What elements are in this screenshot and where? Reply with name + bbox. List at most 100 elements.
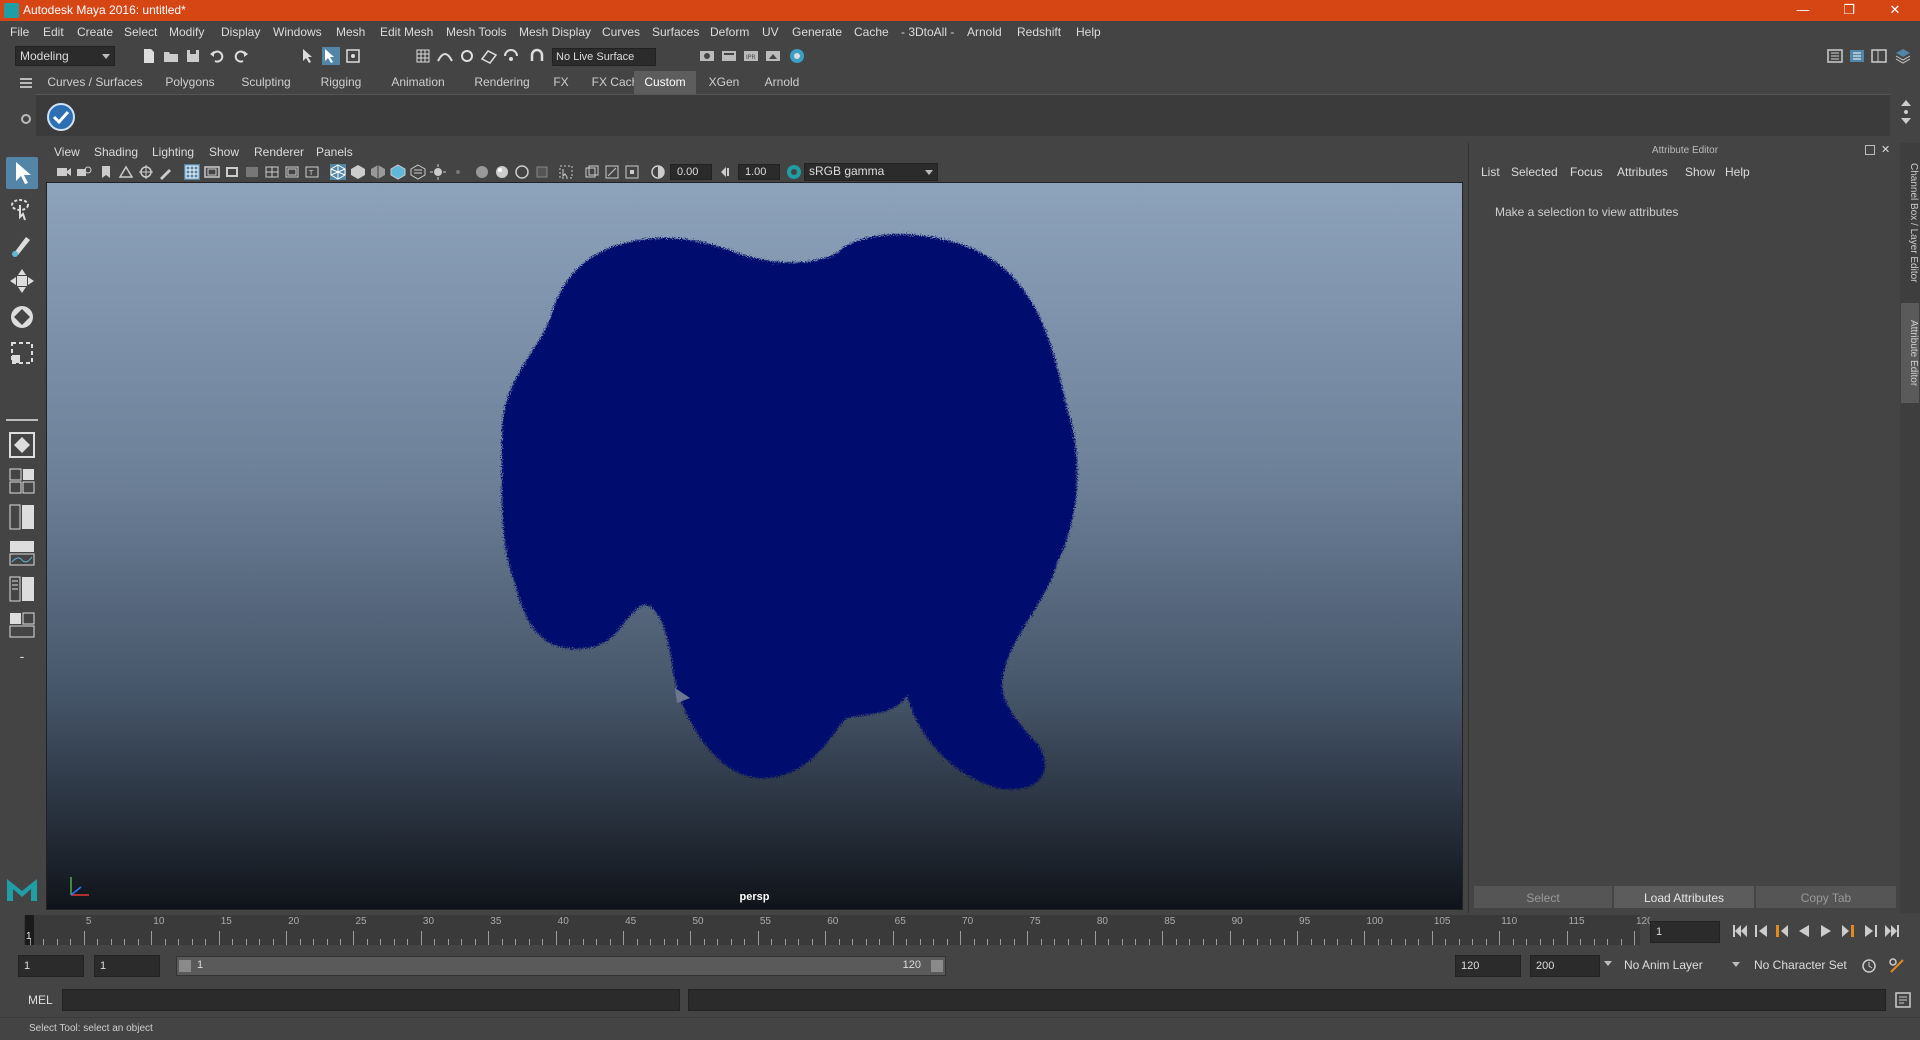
four-view-layout-button[interactable]: [6, 465, 38, 497]
menu-edit[interactable]: Edit: [43, 25, 64, 39]
render-view-icon[interactable]: [764, 47, 782, 65]
camera-attributes-icon[interactable]: [76, 164, 92, 180]
2d-pan-zoom-icon[interactable]: [138, 164, 154, 180]
hypershade-layout-button[interactable]: [6, 609, 38, 641]
maximize-button[interactable]: ❐: [1826, 0, 1872, 21]
range-start-handle[interactable]: [179, 960, 191, 972]
anim-layer-dropdown[interactable]: No Anim Layer: [1620, 955, 1740, 977]
shelf-tab-fx[interactable]: FX: [544, 71, 578, 94]
auto-key-icon[interactable]: [1860, 957, 1878, 975]
chevron-down-icon[interactable]: [1604, 961, 1612, 966]
float-panel-icon[interactable]: [1865, 145, 1875, 155]
panel-menu-lighting[interactable]: Lighting: [152, 145, 194, 159]
select-component-icon[interactable]: [344, 47, 362, 65]
menu-surfaces[interactable]: Surfaces: [652, 25, 699, 39]
menuset-dropdown[interactable]: Modeling: [15, 46, 115, 66]
playback-end-field[interactable]: 120: [1455, 955, 1521, 977]
color-space-dropdown[interactable]: sRGB gamma: [804, 163, 938, 181]
shelf-tab-arnold[interactable]: Arnold: [752, 71, 812, 94]
shelf-tab-rigging[interactable]: Rigging: [306, 71, 376, 94]
isolate-select-icon[interactable]: [558, 164, 574, 180]
film-gate-icon[interactable]: [204, 164, 220, 180]
two-view-layout-button[interactable]: [6, 501, 38, 533]
shadows-icon[interactable]: [450, 164, 466, 180]
fur-mesh-object[interactable]: [47, 183, 1463, 910]
range-end-handle[interactable]: [931, 960, 943, 972]
render-settings-icon[interactable]: [698, 47, 716, 65]
menu-mesh-tools[interactable]: Mesh Tools: [446, 25, 506, 39]
safe-action-icon[interactable]: [284, 164, 300, 180]
menu-create[interactable]: Create: [77, 25, 113, 39]
scale-tool-button[interactable]: [6, 337, 38, 369]
current-frame-field[interactable]: 1: [1650, 921, 1720, 943]
menu-modify[interactable]: Modify: [169, 25, 204, 39]
attr-menu-show[interactable]: Show: [1685, 165, 1715, 179]
attribute-editor-toggle-icon[interactable]: [1848, 47, 1866, 65]
close-panel-icon[interactable]: ✕: [1881, 143, 1895, 157]
panel-menu-panels[interactable]: Panels: [316, 145, 353, 159]
snap-live-surface-icon[interactable]: [502, 47, 520, 65]
rotate-tool-button[interactable]: [6, 301, 38, 333]
attr-menu-focus[interactable]: Focus: [1570, 165, 1603, 179]
custom-shelf-check-icon[interactable]: [46, 102, 76, 132]
panel-menu-show[interactable]: Show: [209, 145, 239, 159]
layout-options-button[interactable]: -: [6, 647, 38, 669]
modeling-toolkit-icon[interactable]: [1826, 47, 1844, 65]
save-scene-icon[interactable]: [184, 47, 202, 65]
attr-menu-selected[interactable]: Selected: [1511, 165, 1558, 179]
menu-redshift[interactable]: Redshift: [1017, 25, 1061, 39]
menu-curves[interactable]: Curves: [602, 25, 640, 39]
textured-icon[interactable]: [410, 164, 426, 180]
single-view-layout-button[interactable]: [6, 429, 38, 461]
snap-point-icon[interactable]: [458, 47, 476, 65]
smooth-shade-icon[interactable]: [350, 164, 366, 180]
menu-mesh-display[interactable]: Mesh Display: [519, 25, 591, 39]
channel-box-toggle-icon[interactable]: [1894, 47, 1912, 65]
menu-help[interactable]: Help: [1076, 25, 1101, 39]
menu-uv[interactable]: UV: [762, 25, 779, 39]
depth-of-field-icon[interactable]: [534, 164, 550, 180]
script-editor-icon[interactable]: [1894, 991, 1912, 1009]
channel-box-tab[interactable]: Channel Box / Layer Editor: [1901, 153, 1919, 293]
snap-view-plane-icon[interactable]: [480, 47, 498, 65]
move-tool-button[interactable]: [6, 265, 38, 297]
panel-menu-view[interactable]: View: [54, 145, 80, 159]
redo-icon[interactable]: [232, 47, 250, 65]
menu-arnold[interactable]: Arnold: [967, 25, 1002, 39]
use-default-material-icon[interactable]: [370, 164, 386, 180]
shelf-tab-polygons[interactable]: Polygons: [154, 71, 226, 94]
safe-title-icon[interactable]: T: [304, 164, 320, 180]
new-scene-icon[interactable]: [140, 47, 158, 65]
xray-joints-icon[interactable]: [604, 164, 620, 180]
attr-menu-list[interactable]: List: [1481, 165, 1500, 179]
xray-components-icon[interactable]: [624, 164, 640, 180]
shelf-scroll-arrows-icon[interactable]: [1898, 98, 1914, 132]
lasso-tool-button[interactable]: [6, 193, 38, 225]
tool-settings-icon[interactable]: [1870, 47, 1888, 65]
step-forward-icon[interactable]: [1862, 924, 1878, 938]
exposure-icon[interactable]: [650, 164, 666, 180]
panel-menu-renderer[interactable]: Renderer: [254, 145, 304, 159]
live-surface-field[interactable]: No Live Surface: [552, 48, 656, 66]
shelf-tab-animation[interactable]: Animation: [376, 71, 460, 94]
snap-grid-icon[interactable]: [414, 47, 432, 65]
command-input[interactable]: [62, 989, 680, 1011]
go-to-start-icon[interactable]: [1732, 924, 1748, 938]
ipr-render-icon[interactable]: IPR: [742, 47, 760, 65]
live-surface-magnet-icon[interactable]: [528, 47, 546, 65]
script-language-label[interactable]: MEL: [28, 993, 53, 1007]
undo-icon[interactable]: [208, 47, 226, 65]
go-to-end-icon[interactable]: [1884, 924, 1900, 938]
gate-mask-icon[interactable]: [244, 164, 260, 180]
shelf-tab-sculpting[interactable]: Sculpting: [226, 71, 306, 94]
attr-select-button[interactable]: Select: [1473, 885, 1613, 909]
menu-windows[interactable]: Windows: [273, 25, 322, 39]
shelf-settings-gear-icon[interactable]: [21, 114, 31, 124]
gamma-field[interactable]: 1.00: [738, 164, 780, 180]
graph-layout-button[interactable]: [6, 537, 38, 569]
range-slider[interactable]: 1 120: [176, 956, 946, 976]
select-object-icon[interactable]: [322, 47, 340, 65]
use-all-lights-icon[interactable]: [430, 164, 446, 180]
perspective-viewport[interactable]: persp: [46, 182, 1463, 910]
step-back-icon[interactable]: [1754, 924, 1770, 938]
